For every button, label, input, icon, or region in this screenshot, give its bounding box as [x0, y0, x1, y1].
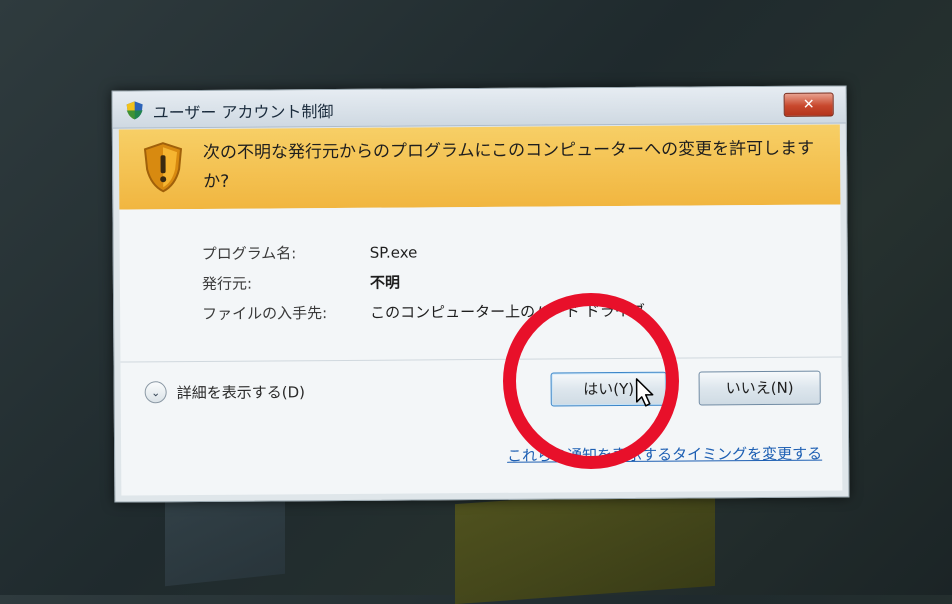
- info-row-publisher: 発行元: 不明: [202, 266, 645, 299]
- publisher-value: 不明: [369, 273, 400, 292]
- desktop-windows-logo-right: [455, 485, 715, 604]
- dialog-content: プログラム名: SP.exe 発行元: 不明 ファイルの入手先: このコンピュー…: [119, 204, 843, 496]
- chevron-down-icon[interactable]: ⌄: [144, 381, 167, 404]
- close-button[interactable]: ✕: [783, 92, 834, 117]
- warning-banner: 次の不明な発行元からのプログラムにこのコンピューターへの変更を許可しますか?: [118, 124, 841, 210]
- program-info: プログラム名: SP.exe 発行元: 不明 ファイルの入手先: このコンピュー…: [202, 236, 645, 329]
- program-name-label: プログラム名:: [201, 244, 297, 263]
- dialog-title: ユーザー アカウント制御: [152, 102, 334, 123]
- info-row-program: プログラム名: SP.exe: [202, 236, 645, 269]
- uac-shield-icon: [126, 101, 143, 120]
- program-name-value: SP.exe: [369, 243, 418, 262]
- file-origin-label: ファイルの入手先:: [202, 304, 328, 323]
- mouse-cursor-icon: [635, 378, 654, 407]
- file-origin-value: このコンピューター上のハード ドライブ: [370, 301, 645, 322]
- banner-question: 次の不明な発行元からのプログラムにこのコンピューターへの変更を許可しますか?: [202, 138, 815, 192]
- publisher-label: 発行元:: [201, 274, 253, 293]
- warning-shield-icon: [143, 142, 183, 193]
- no-button[interactable]: いいえ(N): [698, 370, 821, 406]
- content-divider: [120, 356, 842, 363]
- info-row-origin: ファイルの入手先: このコンピューター上のハード ドライブ: [202, 296, 645, 329]
- uac-dialog: ユーザー アカウント制御 ✕ 次の不明な発行元からのプログラムにこのコンピュータ…: [111, 85, 850, 503]
- show-details-label[interactable]: 詳細を表示する(D): [177, 381, 305, 403]
- dialog-titlebar: ユーザー アカウント制御 ✕: [112, 86, 846, 129]
- change-notification-settings-link[interactable]: これらの通知を表示するタイミングを変更する: [507, 443, 822, 466]
- show-details-toggle[interactable]: ⌄ 詳細を表示する(D): [144, 380, 305, 404]
